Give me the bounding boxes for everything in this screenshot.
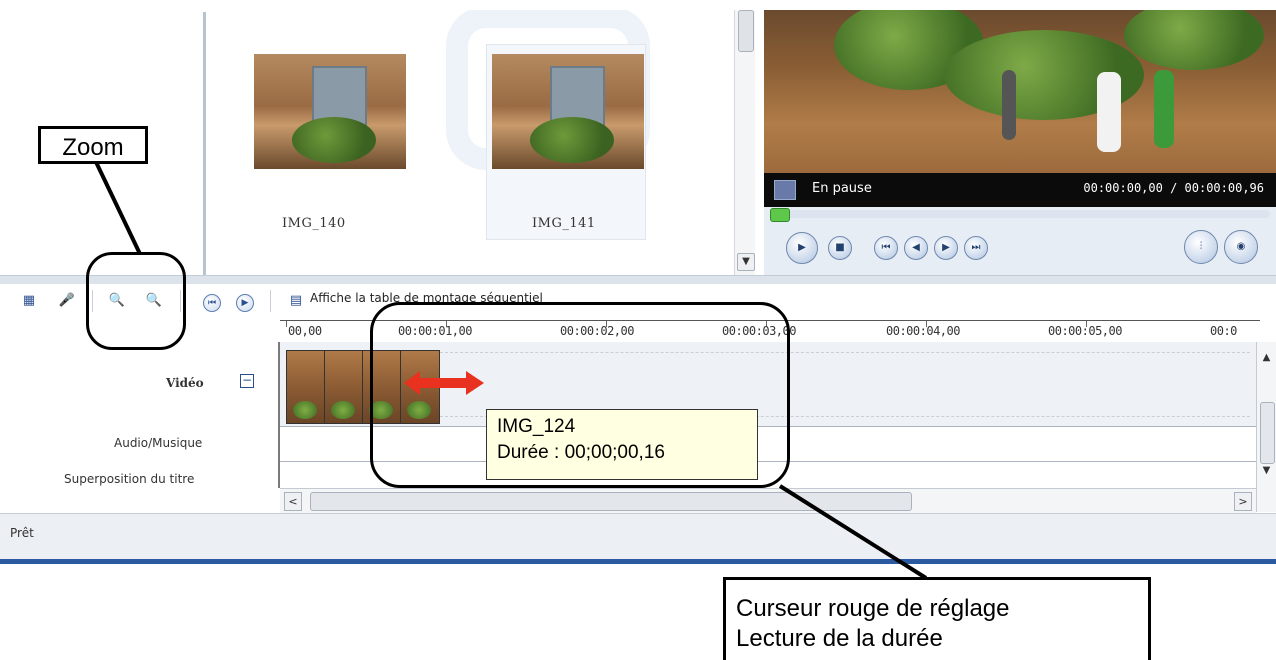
callout-line: Lecture de la durée	[736, 625, 943, 652]
zoom-callout: Zoom	[38, 126, 148, 164]
annotation-pointers	[94, 161, 928, 580]
cursor-callout: Curseur rouge de réglage Lecture de la d…	[723, 577, 1151, 660]
callout-line: Curseur rouge de réglage	[736, 595, 1010, 622]
